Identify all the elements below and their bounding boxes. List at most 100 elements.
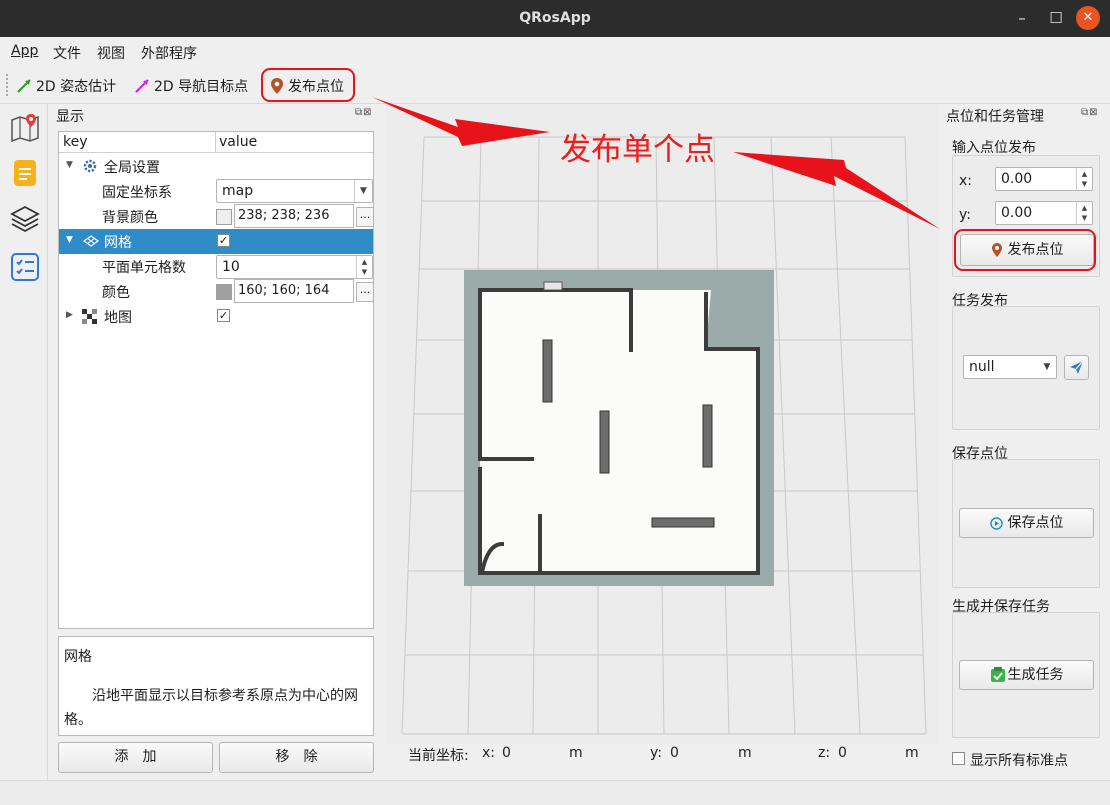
tree-row-grid-color: 颜色 160; 160; 164 ... <box>59 279 374 304</box>
add-button[interactable]: 添 加 <box>58 742 213 773</box>
task-select[interactable]: null ▼ <box>963 355 1057 379</box>
grid-icon <box>83 235 99 247</box>
cell-count-label: 平面单元格数 <box>102 260 186 276</box>
save-point-button[interactable]: 保存点位 <box>959 508 1094 538</box>
expand-arrow-icon[interactable]: ▼ <box>66 160 73 170</box>
chevron-down-icon[interactable]: ▼ <box>1038 356 1056 378</box>
coord-y-value: 0 <box>670 745 679 761</box>
coord-y-unit: m <box>738 745 752 761</box>
minimize-icon[interactable]: – <box>1010 6 1034 30</box>
checklist-icon[interactable] <box>10 252 40 282</box>
display-dock-buttons[interactable]: ⧉⊠ <box>355 107 373 118</box>
display-tree: key value ▼ 全局设置 固定坐标系 map ▼ 背景颜色 238; 2… <box>58 131 374 629</box>
display-panel-title: 显示 <box>56 109 84 125</box>
spin-arrows-icon[interactable]: ▲ ▼ <box>1076 202 1092 224</box>
y-spinbox[interactable]: 0.00 ▲ ▼ <box>995 201 1093 225</box>
spin-arrows-icon[interactable]: ▲ ▼ <box>1076 168 1092 190</box>
show-all-label: 显示所有标准点 <box>970 753 1068 769</box>
nav-goal-label: 2D 导航目标点 <box>154 79 249 95</box>
generate-task-group: 生成任务 <box>952 612 1100 738</box>
status-bar <box>0 780 1110 805</box>
bg-color-picker-button[interactable]: ... <box>356 207 374 227</box>
bg-color-input[interactable]: 238; 238; 236 <box>234 204 354 228</box>
save-point-label: 保存点位 <box>1007 514 1064 531</box>
grid-color-swatch[interactable] <box>216 284 232 300</box>
tree-row-bg-color: 背景颜色 238; 238; 236 ... <box>59 204 374 229</box>
gear-icon <box>83 159 97 173</box>
annotation-text: 发布单个点 <box>560 132 715 168</box>
right-dock-buttons[interactable]: ⧉⊠ <box>1081 107 1099 118</box>
spin-arrows-icon[interactable]: ▲ ▼ <box>356 256 372 278</box>
bg-color-label: 背景颜色 <box>102 210 158 226</box>
generate-task-button[interactable]: 生成任务 <box>959 660 1094 690</box>
right-highlight-box <box>954 229 1096 271</box>
menu-bar: App 文件 视图 外部程序 <box>0 37 1110 66</box>
tree-row-grid[interactable]: ▼ 网格 ✓ <box>59 229 373 254</box>
grid-color-picker-button[interactable]: ... <box>356 282 374 302</box>
nav-goal-button[interactable]: 2D 导航目标点 <box>134 76 248 96</box>
tree-row-global[interactable]: ▼ 全局设置 <box>59 154 373 179</box>
fixed-frame-label: 固定坐标系 <box>102 185 172 201</box>
description-box: 网格 沿地平面显示以目标参考系原点为中心的网格。 <box>58 636 374 736</box>
left-icon-bar <box>0 104 48 780</box>
coord-z-unit: m <box>905 745 919 761</box>
description-title: 网格 <box>64 649 92 665</box>
menu-external[interactable]: 外部程序 <box>141 43 197 63</box>
task-publish-group: null ▼ <box>952 306 1100 430</box>
key-column-header[interactable]: key <box>63 134 88 150</box>
tree-row-map[interactable]: ▶ 地图 ✓ <box>59 304 373 329</box>
layers-icon[interactable] <box>10 204 40 234</box>
close-icon[interactable]: ✕ <box>1076 6 1100 30</box>
map-location-icon[interactable] <box>10 112 40 142</box>
grid-checkbox[interactable]: ✓ <box>217 234 230 247</box>
fixed-frame-value: map <box>222 183 254 199</box>
grid-color-label: 颜色 <box>102 285 130 301</box>
save-point-group: 保存点位 <box>952 459 1100 588</box>
menu-view[interactable]: 视图 <box>97 43 125 63</box>
value-column-header[interactable]: value <box>219 134 257 150</box>
generate-task-label: 生成任务 <box>1007 666 1064 683</box>
global-settings-label: 全局设置 <box>104 160 160 176</box>
bg-color-swatch[interactable] <box>216 209 232 225</box>
coord-x-label: x: <box>482 745 496 761</box>
task-select-value: null <box>969 359 995 375</box>
expand-arrow-icon[interactable]: ▼ <box>66 235 73 245</box>
toolbar-highlight-box <box>261 68 355 102</box>
maximize-icon[interactable]: ☐ <box>1044 6 1068 30</box>
pose-estimate-button[interactable]: 2D 姿态估计 <box>16 76 116 96</box>
cell-count-value: 10 <box>222 259 240 275</box>
x-value: 0.00 <box>1001 171 1033 187</box>
coord-z-label: z: <box>818 745 831 761</box>
render-view[interactable] <box>386 104 939 744</box>
play-circle-icon <box>989 516 1003 530</box>
goal-arrow-icon <box>135 79 149 93</box>
grid-color-input[interactable]: 160; 160; 164 <box>234 279 354 303</box>
coords-label: 当前坐标: <box>408 748 469 764</box>
coord-x-value: 0 <box>502 745 511 761</box>
title-bar: QRosApp – ☐ ✕ <box>0 0 1110 37</box>
y-label: y: <box>959 207 971 223</box>
remove-button[interactable]: 移 除 <box>219 742 374 773</box>
menu-file[interactable]: 文件 <box>53 43 81 63</box>
show-all-checkbox[interactable] <box>952 752 965 765</box>
map-label: 地图 <box>104 310 132 326</box>
cell-count-spinbox[interactable]: 10 ▲ ▼ <box>216 255 373 279</box>
chevron-down-icon[interactable]: ▼ <box>354 180 372 202</box>
map-canvas[interactable] <box>386 104 939 744</box>
menu-app[interactable]: App <box>11 43 38 59</box>
toolbar: 2D 姿态估计 2D 导航目标点 发布点位 <box>0 66 1110 104</box>
tree-header: key value <box>59 132 373 153</box>
x-spinbox[interactable]: 0.00 ▲ ▼ <box>995 167 1093 191</box>
expand-arrow-icon[interactable]: ▶ <box>66 310 73 320</box>
input-group-title: 输入点位发布 <box>952 140 1036 156</box>
toolbar-grip[interactable] <box>6 74 9 96</box>
send-task-button[interactable] <box>1064 355 1089 380</box>
coord-y-label: y: <box>650 745 662 761</box>
grid-label: 网格 <box>104 235 132 251</box>
coord-z-value: 0 <box>838 745 847 761</box>
fixed-frame-select[interactable]: map ▼ <box>216 179 373 203</box>
map-tile-icon <box>82 309 97 324</box>
document-icon[interactable] <box>10 158 40 188</box>
tree-row-cell-count: 平面单元格数 10 ▲ ▼ <box>59 254 373 279</box>
map-checkbox[interactable]: ✓ <box>217 309 230 322</box>
